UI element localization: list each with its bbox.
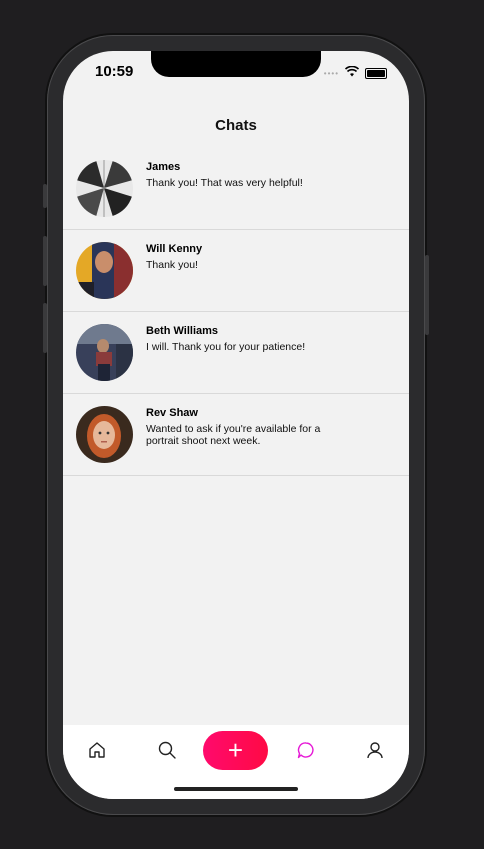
chat-row-beth-williams[interactable]: Beth Williams I will. Thank you for your… bbox=[63, 312, 409, 394]
chat-message-preview: Thank you! bbox=[146, 259, 198, 271]
screen: 10:59 •••• Chats James Thank you! That w… bbox=[63, 51, 409, 799]
chat-bubble-icon bbox=[296, 740, 316, 765]
plus-icon: + bbox=[227, 735, 244, 765]
chat-name: Will Kenny bbox=[146, 243, 203, 255]
notch bbox=[151, 51, 321, 77]
chat-row-will-kenny[interactable]: Will Kenny Thank you! bbox=[63, 230, 409, 312]
wifi-icon bbox=[344, 64, 360, 82]
chat-message-preview: Thank you! That was very helpful! bbox=[146, 177, 303, 189]
tab-search[interactable] bbox=[153, 738, 181, 766]
avatar bbox=[76, 324, 133, 381]
chat-message-preview: I will. Thank you for your patience! bbox=[146, 341, 306, 353]
avatar bbox=[76, 160, 133, 217]
chat-row-rev-shaw[interactable]: Rev Shaw Wanted to ask if you're availab… bbox=[63, 394, 409, 476]
chat-message-preview: Wanted to ask if you're available for a … bbox=[146, 423, 321, 447]
add-button[interactable]: + bbox=[203, 731, 268, 770]
status-time: 10:59 bbox=[95, 63, 134, 80]
tab-home[interactable] bbox=[83, 738, 111, 766]
mute-switch bbox=[43, 184, 47, 208]
home-icon bbox=[87, 740, 107, 765]
volume-up-button bbox=[43, 236, 47, 286]
tab-bar: + bbox=[63, 725, 409, 799]
chat-row-james[interactable]: James Thank you! That was very helpful! bbox=[63, 148, 409, 230]
status-icons: •••• bbox=[324, 64, 387, 82]
page-title: Chats bbox=[215, 117, 257, 134]
signal-icon: •••• bbox=[323, 68, 339, 78]
avatar bbox=[76, 242, 133, 299]
user-icon bbox=[365, 740, 385, 765]
home-indicator bbox=[174, 787, 298, 791]
chat-name: Rev Shaw bbox=[146, 407, 198, 419]
battery-icon bbox=[365, 67, 387, 79]
volume-down-button bbox=[43, 303, 47, 353]
search-icon bbox=[157, 740, 177, 765]
chat-name: Beth Williams bbox=[146, 325, 219, 337]
power-button bbox=[425, 255, 429, 335]
tab-chats[interactable] bbox=[292, 738, 320, 766]
tab-profile[interactable] bbox=[361, 738, 389, 766]
chat-name: James bbox=[146, 161, 181, 173]
avatar bbox=[76, 406, 133, 463]
chat-list: James Thank you! That was very helpful! … bbox=[63, 148, 409, 476]
